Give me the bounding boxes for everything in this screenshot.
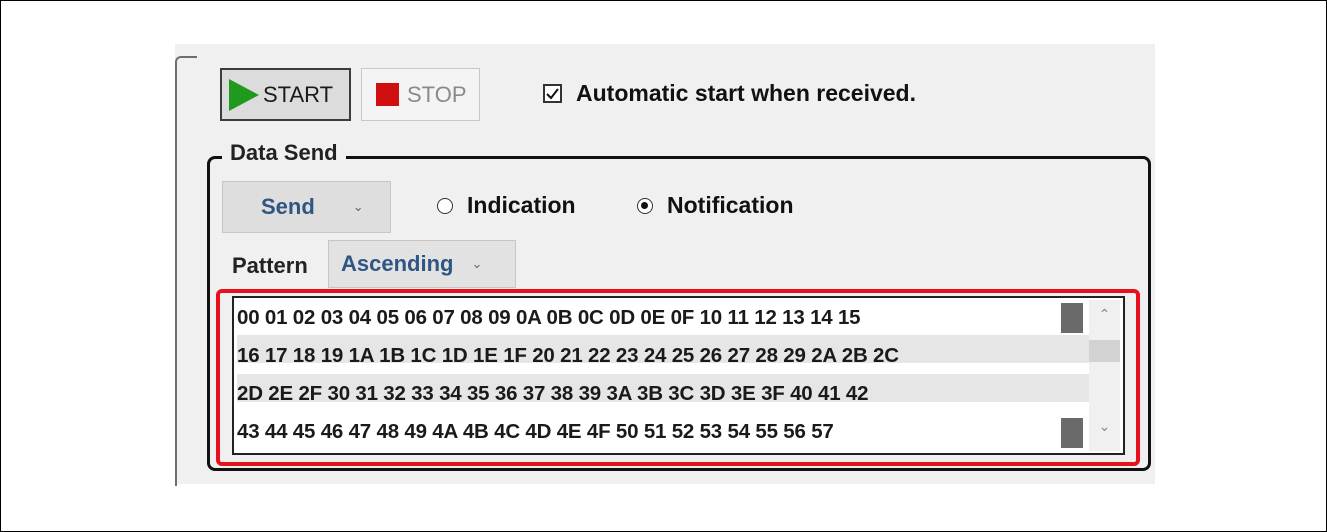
auto-start-checkbox[interactable]: [543, 84, 562, 103]
auto-start-option: Automatic start when received.: [543, 80, 916, 107]
chevron-down-icon: ⌄: [471, 256, 483, 271]
chevron-up-icon[interactable]: ⌃: [1089, 306, 1120, 323]
checkmark-icon: [546, 88, 559, 100]
pattern-value: Ascending: [341, 251, 454, 276]
data-line: 00 01 02 03 04 05 06 07 08 09 0A 0B 0C 0…: [237, 306, 861, 329]
start-button-label: START: [263, 81, 334, 107]
pattern-label: Pattern: [232, 253, 308, 278]
notification-option[interactable]: Notification: [637, 192, 794, 219]
data-line: 16 17 18 19 1A 1B 1C 1D 1E 1F 20 21 22 2…: [237, 344, 899, 367]
panel-border: [175, 56, 197, 486]
stop-button[interactable]: STOP: [361, 68, 480, 121]
data-send-title: Data Send: [222, 140, 346, 166]
auto-start-label: Automatic start when received.: [576, 80, 916, 106]
indication-label: Indication: [467, 192, 576, 218]
indication-option[interactable]: Indication: [437, 192, 576, 219]
send-mode-select[interactable]: Send ⌄: [222, 181, 391, 233]
start-button[interactable]: START: [220, 68, 351, 121]
line-end-marker: [1061, 303, 1083, 333]
chevron-down-icon: ⌄: [352, 199, 364, 214]
data-line: 2D 2E 2F 30 31 32 33 34 35 36 37 38 39 3…: [237, 382, 869, 405]
scrollbar-thumb[interactable]: [1089, 340, 1120, 362]
data-textarea[interactable]: 00 01 02 03 04 05 06 07 08 09 0A 0B 0C 0…: [232, 296, 1125, 455]
line-end-marker: [1061, 418, 1083, 448]
stop-square-icon: [376, 83, 399, 106]
stop-button-label: STOP: [407, 81, 467, 107]
data-line: 43 44 45 46 47 48 49 4A 4B 4C 4D 4E 4F 5…: [237, 420, 834, 443]
indication-radio[interactable]: [437, 197, 453, 214]
notification-radio[interactable]: [637, 197, 653, 214]
pattern-select[interactable]: Ascending ⌄: [328, 240, 516, 288]
chevron-down-icon[interactable]: ⌄: [1089, 418, 1120, 435]
vertical-scrollbar[interactable]: ⌃ ⌄: [1089, 300, 1120, 451]
notification-label: Notification: [667, 192, 794, 218]
play-triangle-icon: [229, 78, 259, 111]
send-mode-value: Send: [261, 194, 315, 219]
